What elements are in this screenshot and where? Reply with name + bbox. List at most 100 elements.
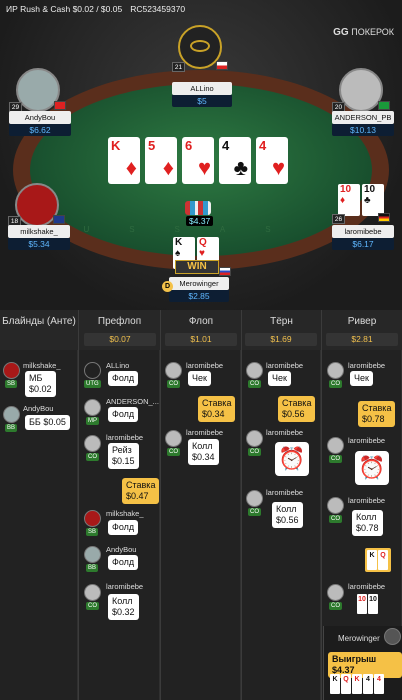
brand-text: ПОКЕРОК: [351, 27, 394, 37]
club-icon: ♣: [233, 155, 248, 180]
position-badge: CO: [329, 455, 342, 463]
mini-card: 4: [363, 674, 373, 694]
player-name: ANDERSON_PB: [332, 111, 394, 124]
pot-preflop: $0.07: [84, 333, 156, 346]
avatar: [165, 430, 182, 447]
avatar: [246, 490, 263, 507]
position-badge: MP: [86, 417, 99, 425]
hole-card-rank: K: [175, 237, 183, 248]
mini-card: Q: [378, 550, 388, 570]
action-chip: Фолд: [108, 371, 139, 386]
game-title: ИР Rush & Cash $0.02 / $0.05: [6, 4, 123, 14]
brand-mark: GG: [333, 27, 349, 38]
community-cards: K ♦ 5 ♦ 6 ♥ 4 ♣ 4 ♥: [108, 137, 293, 184]
card-rank: 4: [259, 138, 267, 153]
player-name: laromibebe: [348, 436, 386, 445]
position-badge: CO: [248, 380, 261, 388]
player-name: laromibebe: [186, 361, 224, 370]
card-rank: 4: [222, 138, 230, 153]
board-card: 4 ♣: [219, 137, 251, 184]
column-header-turn: Тёрн: [270, 316, 293, 327]
player-name: ANDERSON_...: [106, 397, 159, 406]
flag-icon: [53, 215, 65, 224]
timebank-clock-icon: ⏰: [275, 442, 309, 476]
mini-card: K: [367, 550, 377, 570]
hole-card-rank: 10: [340, 184, 352, 195]
player-stack: $5: [172, 95, 232, 107]
player-name: laromibebe: [106, 582, 144, 591]
avatar: [327, 437, 344, 454]
player-name: laromibebe: [106, 433, 144, 442]
player-stack: $6.17: [332, 238, 394, 250]
action-chip-bet: Ставка $0.56: [278, 396, 316, 422]
card-rank: 5: [148, 138, 156, 153]
position-badge: CO: [248, 448, 261, 456]
position-badge: CO: [329, 602, 342, 610]
position-badge: SB: [5, 380, 18, 388]
pot-river: $2.81: [326, 333, 398, 346]
player-name: laromibebe: [348, 361, 386, 370]
avatar: [84, 584, 101, 601]
action-chip: Фолд: [108, 407, 139, 422]
position-badge: CO: [86, 602, 99, 610]
action-chip: Чек: [268, 371, 291, 386]
flag-icon: [378, 101, 390, 110]
action-chip: Фолд: [108, 520, 139, 535]
avatar: [84, 399, 101, 416]
heart-icon: ♥: [197, 155, 211, 180]
shown-cards-villain: 10 10: [357, 594, 379, 614]
action-chip: Чек: [188, 371, 211, 386]
avatar: [384, 628, 401, 645]
avatar: [165, 362, 182, 379]
hole-card-rank: 10: [364, 184, 376, 195]
avatar: [327, 362, 344, 379]
position-badge: BB: [86, 564, 99, 572]
mini-card: Q: [341, 674, 351, 694]
position-badge: CO: [86, 453, 99, 461]
player-stack: $2.85: [169, 290, 229, 302]
mini-card: K: [352, 674, 362, 694]
avatar: [3, 362, 20, 379]
player-name: AndyBou: [106, 545, 137, 554]
avatar: [339, 68, 383, 112]
avatar: [84, 510, 101, 527]
hole-card: 10 ♣: [362, 184, 384, 216]
action-chip: Колл $0.34: [188, 439, 219, 465]
action-chip: Колл $0.78: [352, 510, 383, 536]
mini-card: K: [330, 674, 340, 694]
brand-logo: GG ПОКЕРОК: [333, 27, 394, 38]
position-badge: UTG: [84, 380, 101, 388]
position-badge: CO: [248, 508, 261, 516]
action-chip: Колл $0.32: [108, 594, 139, 620]
felt-watermark: USSAS: [83, 225, 311, 234]
level-badge: 21: [172, 62, 185, 72]
hole-cards: 10 ♦ 10 ♣: [338, 184, 384, 216]
player-name: laromibebe: [266, 488, 304, 497]
avatar: [84, 435, 101, 452]
flag-icon: [378, 213, 390, 222]
position-badge: CO: [167, 448, 180, 456]
avatar: [84, 362, 101, 379]
avatar: [246, 362, 263, 379]
dealer-button: D: [162, 281, 173, 292]
player-name: AndyBou: [9, 111, 71, 124]
hand-history: Блайнды (Анте) Префлоп Флоп Тёрн Ривер $…: [0, 310, 402, 700]
action-chip-bet: Ставка $0.47: [122, 478, 160, 504]
position-badge: CO: [167, 380, 180, 388]
timebank-clock-icon: ⏰: [355, 451, 389, 485]
diamond-icon: ♦: [162, 155, 174, 180]
hand-id: RC523459370: [130, 4, 186, 14]
position-badge: SB: [86, 528, 99, 536]
column-header-blinds: Блайнды (Анте): [2, 316, 76, 327]
player-name: laromibebe: [266, 428, 304, 437]
player-name: ALLino: [106, 361, 130, 370]
hand-header: ИР Rush & Cash $0.02 / $0.05 RC523459370: [6, 4, 185, 14]
action-chip: Фолд: [108, 555, 139, 570]
action-chip-bet: Ставка $0.78: [358, 401, 396, 427]
position-badge: CO: [329, 515, 342, 523]
board-card: 6 ♥: [182, 137, 214, 184]
winning-hand: KQK44: [330, 674, 385, 694]
card-rank: 6: [185, 138, 193, 153]
level-badge: 26: [332, 214, 345, 224]
player-name: laromibebe: [266, 361, 304, 370]
